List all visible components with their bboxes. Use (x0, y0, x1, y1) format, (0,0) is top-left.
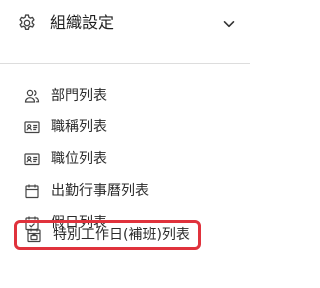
menu-item-label: 部門列表 (51, 88, 107, 104)
menu-item-job-title-list[interactable]: 職稱列表 (12, 111, 121, 143)
menu-item-label: 出勤行事曆列表 (51, 183, 149, 199)
id-card-icon (24, 151, 40, 167)
organization-settings-panel: 組織設定 部門列表 職稱列表 職位列表 出勤行事曆列表 假日列表 特別工作日(補… (0, 0, 250, 288)
menu-item-label: 職稱列表 (51, 119, 107, 135)
menu-item-position-list[interactable]: 職位列表 (12, 143, 121, 175)
menu-item-department-list[interactable]: 部門列表 (12, 80, 121, 112)
section-title: 組織設定 (50, 13, 115, 32)
calendar-work-icon (26, 227, 42, 243)
organization-settings-header[interactable]: 組織設定 (0, 0, 250, 48)
menu-item-attendance-calendar-list[interactable]: 出勤行事曆列表 (12, 175, 163, 207)
menu-item-label: 特別工作日(補班)列表 (53, 227, 190, 243)
gear-icon (16, 12, 38, 34)
people-icon (24, 88, 40, 104)
id-card-icon (24, 119, 40, 135)
header-divider (0, 63, 250, 64)
menu-item-label: 職位列表 (51, 151, 107, 167)
menu-item-special-workday-list[interactable]: 特別工作日(補班)列表 (14, 220, 201, 250)
chevron-down-icon[interactable] (222, 17, 236, 31)
calendar-icon (24, 183, 40, 199)
